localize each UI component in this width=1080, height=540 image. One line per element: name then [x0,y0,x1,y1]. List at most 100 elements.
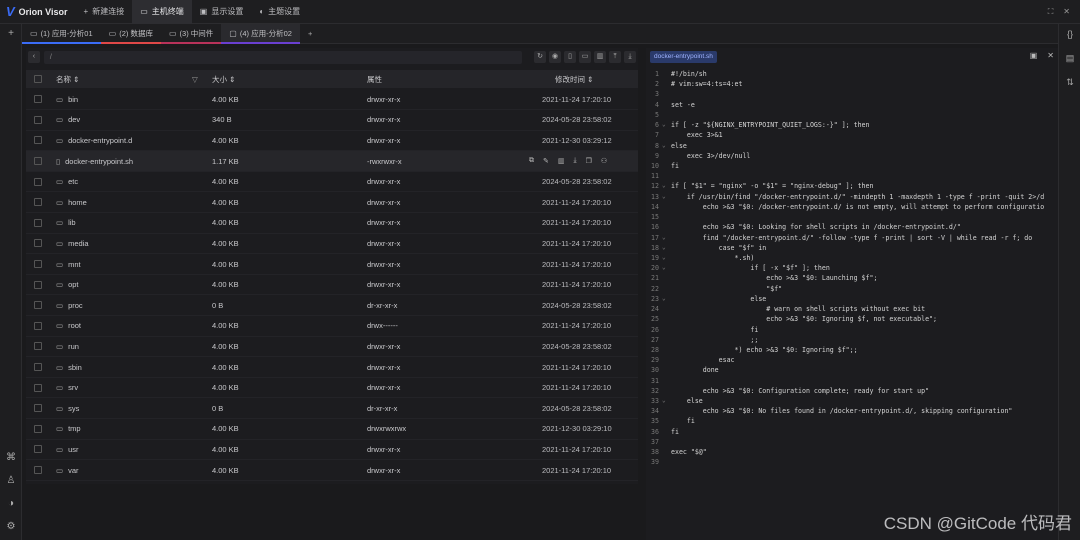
row-checkbox[interactable] [34,239,42,248]
file-name-cell[interactable]: ▭ bin [56,95,78,104]
fold-toggle-icon[interactable]: ⌄ [662,294,666,304]
row-checkbox[interactable] [34,95,42,104]
new-file-icon[interactable]: ▯ [564,51,576,63]
file-name-cell[interactable]: ▭ home [56,198,87,207]
code-braces-icon[interactable]: {} [1064,28,1076,40]
refresh-icon[interactable]: ↻ [534,51,546,63]
new-folder-icon[interactable]: ▭ [579,51,591,63]
fold-toggle-icon[interactable]: ⌄ [662,253,666,263]
fullscreen-icon[interactable]: ⛶ [1048,7,1054,17]
table-row[interactable]: ▭ sys 0 B dr-xr-xr-x 2024-05-28 23:58:02 [26,399,638,420]
duplicate-icon[interactable]: ❐ [586,157,592,165]
add-tab-button[interactable]: + [300,24,320,44]
table-row[interactable]: ▭ etc 4.00 KB drwxr-xr-x 2024-05-28 23:58:02 [26,172,638,193]
file-name-cell[interactable]: ▭ run [56,342,79,351]
file-name-cell[interactable]: ▭ docker-entrypoint.d [56,136,132,145]
row-checkbox[interactable] [34,136,42,145]
table-row[interactable]: ▭ proc 0 B dr-xr-xr-x 2024-05-28 23:58:02 [26,296,638,317]
row-checkbox[interactable] [34,445,42,454]
close-icon[interactable]: ✕ [1063,7,1070,17]
gear-icon[interactable]: ⚙ [5,521,17,533]
row-checkbox[interactable] [34,260,42,269]
row-checkbox[interactable] [34,321,42,330]
download-icon[interactable]: ⤓ [624,51,636,63]
row-checkbox[interactable] [34,383,42,392]
plus-icon[interactable]: + [5,28,17,40]
table-row[interactable]: ▭ root 4.00 KB drwx------ 2021-11-24 17:20:1… [26,316,638,337]
table-row[interactable]: ▭ usr 4.00 KB drwxr-xr-x 2021-11-24 17:20:10 [26,440,638,461]
transfer-icon[interactable]: ⇅ [1064,76,1076,88]
row-checkbox[interactable] [34,466,42,475]
file-name-cell[interactable]: ▭ etc [56,177,78,186]
table-row[interactable]: ▭ run 4.00 KB drwxr-xr-x 2024-05-28 23:58:02 [26,337,638,358]
table-row[interactable]: ▭ var 4.00 KB drwxr-xr-x 2021-11-24 17:20:10 [26,460,638,481]
user-icon[interactable]: ♙ [5,475,17,487]
copy-icon[interactable]: ⧉ [529,157,534,165]
nav-new-connection[interactable]: + 新建连接 [76,0,133,24]
file-name-cell[interactable]: ▭ opt [56,280,79,289]
row-checkbox[interactable] [34,115,42,124]
download-icon[interactable]: ⤓ [574,157,577,165]
file-name-cell[interactable]: ▭ var [56,466,79,475]
nav-host-terminal[interactable]: ▭ 主机终端 [132,0,192,24]
fold-toggle-icon[interactable]: ⌄ [662,233,666,243]
table-row[interactable]: ▭ bin 4.00 KB drwxr-xr-x 2021-11-24 17:20:10 [26,90,638,111]
split-handle[interactable] [641,48,645,540]
file-name-cell[interactable]: ▭ sbin [56,363,82,372]
path-input[interactable]: / [43,50,522,64]
col-size-header[interactable]: 大小 ⇕ [212,74,235,85]
row-checkbox[interactable] [34,198,42,207]
table-row[interactable]: ▭ media 4.00 KB drwxr-xr-x 2021-11-24 17:20:… [26,234,638,255]
tab-session-4[interactable]: ▢ (4) 应用-分析02 [221,24,300,44]
editor-file-tab[interactable]: docker-entrypoint.sh [650,51,717,63]
table-row[interactable]: ▭ home 4.00 KB drwxr-xr-x 2021-11-24 17:20:1… [26,193,638,214]
table-row[interactable]: ▭ lib 4.00 KB drwxr-xr-x 2021-11-24 17:20:10 [26,213,638,234]
table-row[interactable]: ▭ mnt 4.00 KB drwxr-xr-x 2021-11-24 17:20:10 [26,254,638,275]
row-checkbox[interactable] [34,280,42,289]
delete-icon[interactable]: ▥ [558,157,565,165]
back-button[interactable]: ‹ [28,51,40,63]
table-row[interactable]: ▭ srv 4.00 KB drwxr-xr-x 2021-11-24 17:20:10 [26,378,638,399]
command-icon[interactable]: ⌘ [5,452,17,464]
eye-icon[interactable]: ◉ [549,51,561,63]
close-icon[interactable]: ✕ [1047,51,1054,60]
fold-toggle-icon[interactable]: ⌄ [662,396,666,406]
file-name-cell[interactable]: ▭ root [56,321,81,330]
col-time-header[interactable]: 修改时间 ⇕ [555,74,593,85]
file-name-cell[interactable]: ▭ lib [56,218,76,227]
file-name-cell[interactable]: ▭ usr [56,445,79,454]
upload-icon[interactable]: ⤒ [609,51,621,63]
fold-toggle-icon[interactable]: ⌄ [662,192,666,202]
file-name-cell[interactable]: ▭ proc [56,301,83,310]
snippet-icon[interactable]: ▤ [1064,52,1076,64]
col-name-header[interactable]: 名称 ⇕ [56,74,79,85]
table-row[interactable]: ▭ dev 340 B drwxr-xr-x 2024-05-28 23:58:02 [26,110,638,131]
filter-icon[interactable]: ▽ [192,75,198,84]
table-row[interactable]: ▭ docker-entrypoint.d 4.00 KB drwxr-xr-x 202… [26,131,638,152]
row-checkbox[interactable] [34,301,42,310]
table-row[interactable]: ▭ opt 4.00 KB drwxr-xr-x 2021-11-24 17:20:10 [26,275,638,296]
tab-session-2[interactable]: ▭ (2) 数据库 [100,24,161,44]
delete-icon[interactable]: ▥ [594,51,606,63]
nav-display-settings[interactable]: ▣ 显示设置 [192,0,252,24]
nav-theme-settings[interactable]: ◐ 主题设置 [251,0,308,24]
file-name-cell[interactable]: ▭ srv [56,383,78,392]
row-checkbox[interactable] [34,404,42,413]
fold-toggle-icon[interactable]: ⌄ [662,243,666,253]
row-checkbox[interactable] [34,218,42,227]
file-name-cell[interactable]: ▭ dev [56,115,80,124]
tab-session-3[interactable]: ▭ (3) 中间件 [160,24,222,44]
row-checkbox[interactable] [34,177,42,186]
row-checkbox[interactable] [34,424,42,433]
fold-toggle-icon[interactable]: ⌄ [662,141,666,151]
permission-icon[interactable]: ⚇ [601,157,607,165]
table-row[interactable]: ▭ tmp 4.00 KB drwxrwxrwx 2021-12-30 03:29:10 [26,419,638,440]
select-all-checkbox[interactable] [34,75,42,83]
fold-toggle-icon[interactable]: ⌄ [662,181,666,191]
edit-icon[interactable]: ✎ [543,157,549,165]
tab-session-1[interactable]: ▭ (1) 应用-分析01 [22,24,101,44]
file-name-cell[interactable]: ▭ media [56,239,89,248]
row-checkbox[interactable] [34,363,42,372]
save-icon[interactable]: ▣ [1030,51,1038,60]
fold-toggle-icon[interactable]: ⌄ [662,263,666,273]
